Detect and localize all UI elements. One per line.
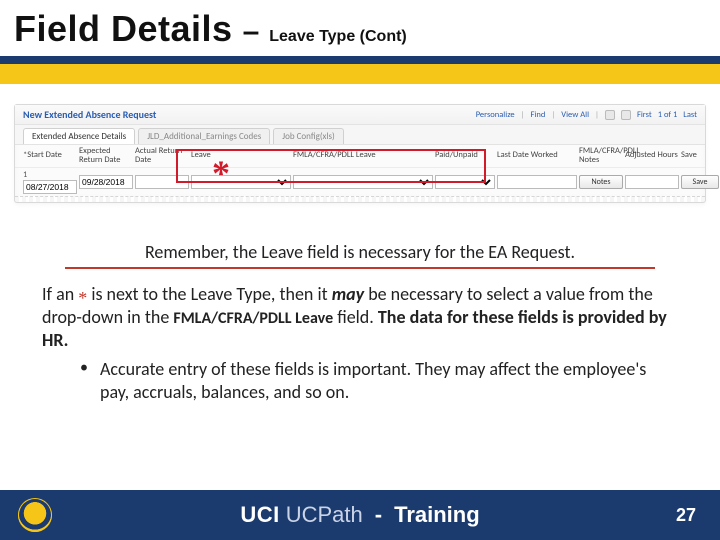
adjusted-hours-input[interactable] [625,175,679,189]
footer-training: Training [394,502,480,528]
form-screenshot-area: New Extended Absence Request Personalize… [0,84,720,209]
bullet-1-strong: Accurate entry [100,358,207,380]
uc-seal-icon [18,498,52,532]
slide-title-sub: Leave Type (Cont) [269,28,407,46]
tab-details[interactable]: Extended Absence Details [23,128,135,144]
body-1b: is next to the Leave Type, then it [87,283,331,305]
col-save: Save [681,151,719,160]
body-paragraph: If an * is next to the Leave Type, then … [0,269,720,353]
col-expected: Expected Return Date [79,147,133,165]
tab-earnings[interactable]: JLD_Additional_Earnings Codes [138,128,270,144]
col-adjusted: Adjusted Hours [625,151,679,160]
torn-edge [15,196,705,202]
footer-center: UCI UCPath - Training [0,502,720,528]
export-icon[interactable] [621,110,631,120]
col-lastworked: Last Date Worked [497,151,577,160]
col-start: *Start Date [23,151,77,160]
actual-return-input[interactable] [135,175,189,189]
remember-line: Remember, the Leave field is necessary f… [70,241,650,263]
grid-icon[interactable] [605,110,615,120]
form-nav: Personalize| Find| View All| First 1 of … [476,110,697,120]
footer-ucpath: UCPath [286,502,363,528]
col-fmla: FMLA/CFRA/PDLL Leave [293,151,433,160]
col-fmlanotes: FMLA/CFRA/PDLL Notes [579,147,623,165]
row-number: 1 [23,170,27,180]
expected-return-input[interactable] [79,175,133,189]
fmla-select[interactable] [293,175,433,189]
column-headers: *Start Date Expected Return Date Actual … [15,145,705,167]
footer-dash: - [375,502,382,528]
page-number: 27 [676,505,696,526]
bullet-1: Accurate entry of these fields is import… [0,352,720,404]
form-frame: New Extended Absence Request Personalize… [14,104,706,203]
nav-find[interactable]: Find [531,110,546,120]
start-date-input[interactable] [23,180,77,194]
nav-range: 1 of 1 [658,110,678,120]
save-button[interactable]: Save [681,175,719,189]
footer: UCI UCPath - Training 27 [0,490,720,540]
body-fmla: FMLA/CFRA/PDLL Leave [173,309,333,328]
body-1d: field. [333,306,378,328]
slide-title-dash: – [243,15,260,49]
data-row: 1 Notes Save Submit [15,168,705,196]
nav-personalize[interactable]: Personalize [476,110,515,120]
last-worked-input[interactable] [497,175,577,189]
tab-config[interactable]: Job Config(xls) [273,128,344,144]
body-may: may [332,283,364,305]
nav-last[interactable]: Last [683,110,697,120]
body-1a: If an [42,283,78,305]
nav-first[interactable]: First [637,110,652,120]
footer-uci: UCI [240,502,279,528]
gold-bar [0,64,720,84]
form-header-title: New Extended Absence Request [23,108,156,121]
col-actual: Actual Return Date [135,147,189,165]
blue-bar [0,56,720,64]
leave-select[interactable] [191,175,291,189]
col-leave: Leave [191,151,291,160]
form-header: New Extended Absence Request Personalize… [15,105,705,125]
tab-strip: Extended Absence Details JLD_Additional_… [15,125,705,145]
nav-viewall[interactable]: View All [561,110,589,120]
slide-title-main: Field Details [14,8,233,50]
notes-button[interactable]: Notes [579,175,623,189]
inline-asterisk: * [78,288,87,308]
paid-select[interactable] [435,175,495,189]
col-paid: Paid/Unpaid [435,151,495,160]
